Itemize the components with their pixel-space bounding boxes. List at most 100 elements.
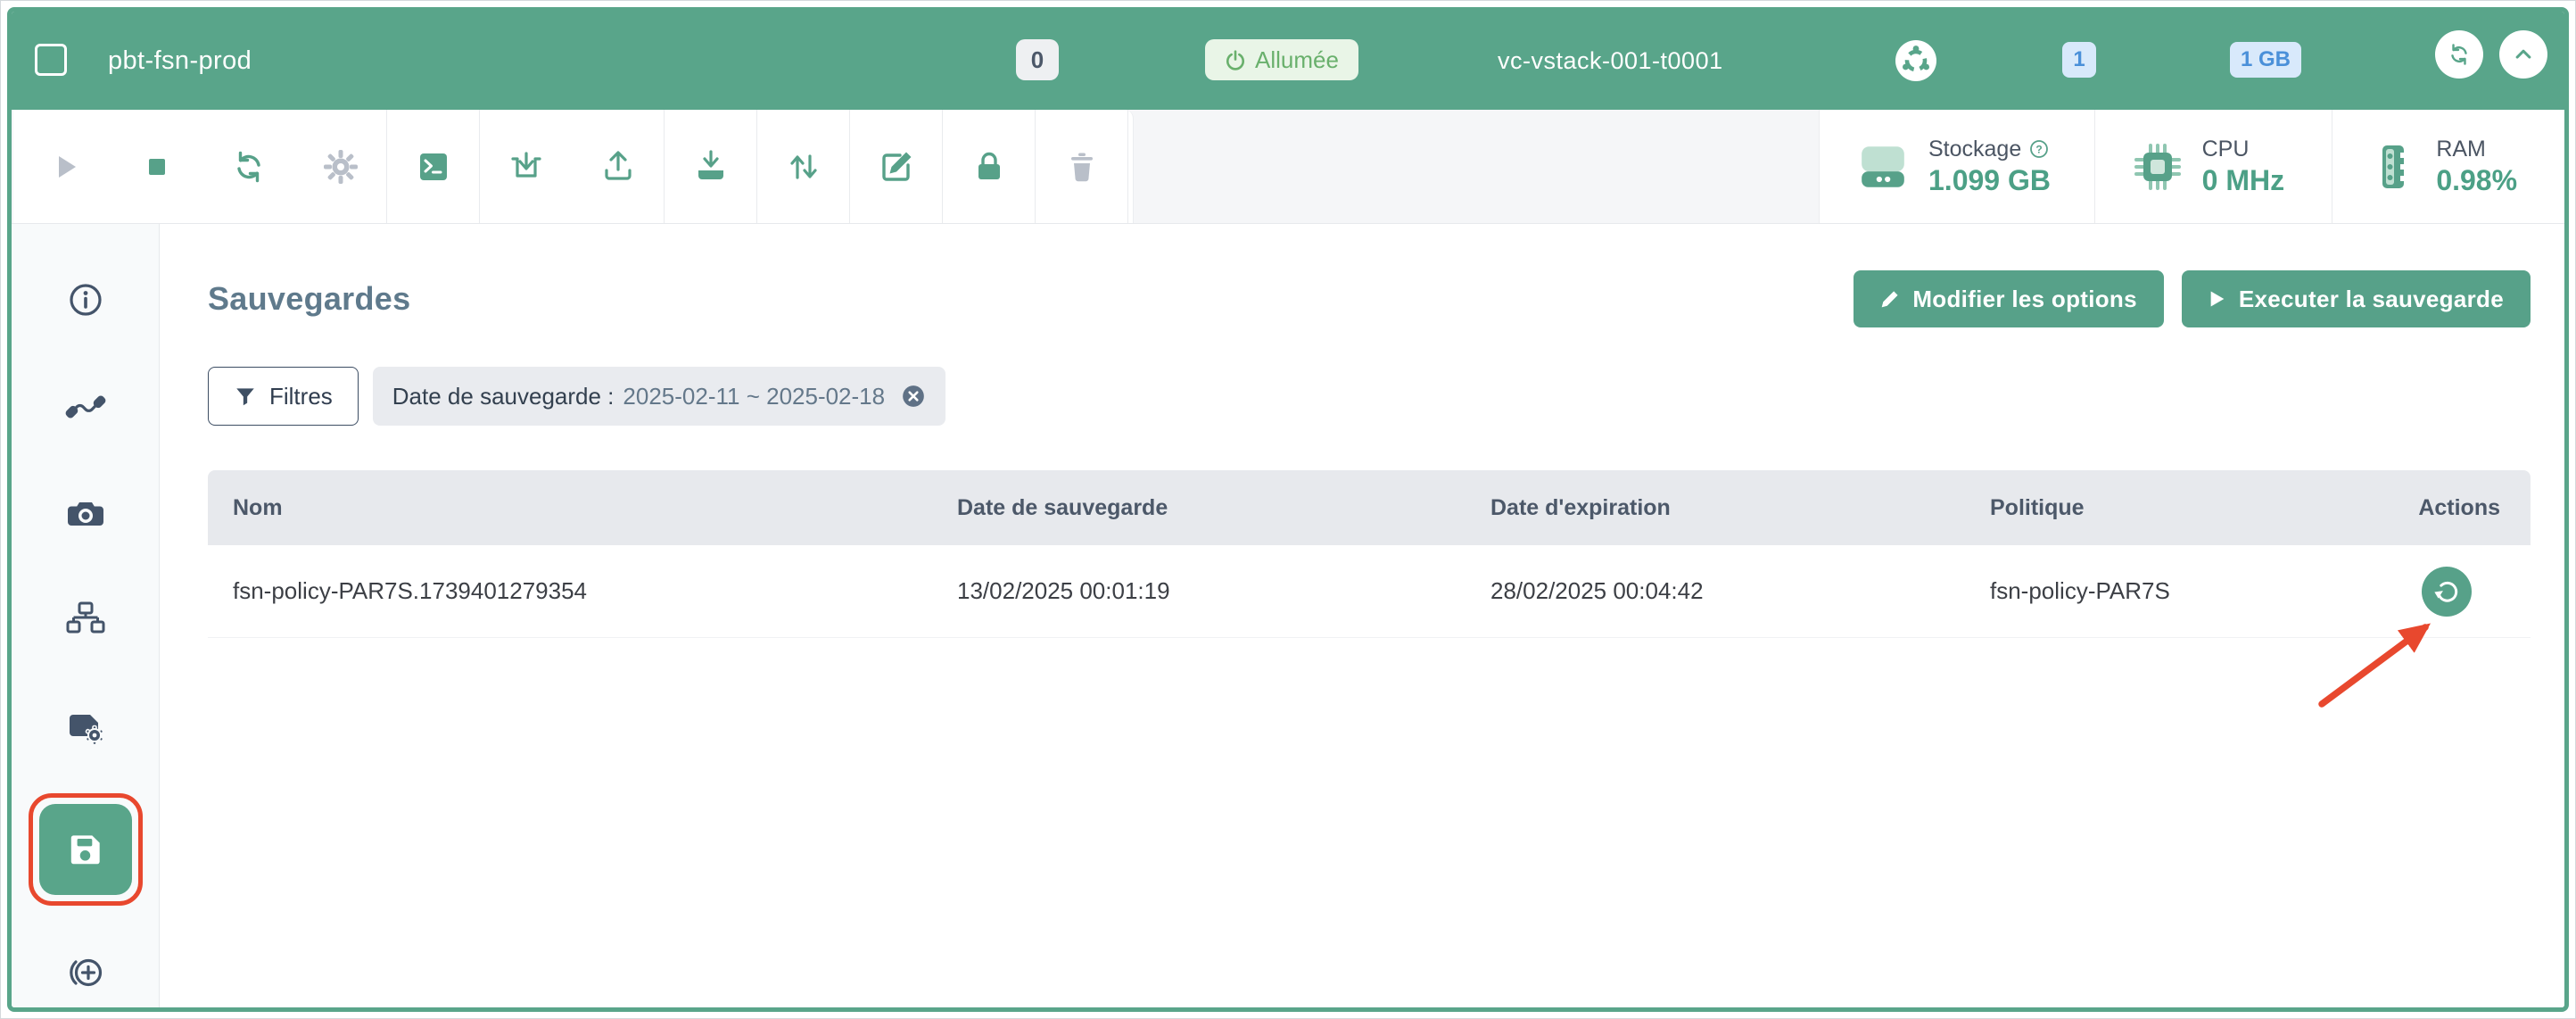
power-status-badge: Allumée <box>1205 39 1358 80</box>
filter-chip: Date de sauvegarde : 2025-02-11 ~ 2025-0… <box>373 367 945 426</box>
lock-button[interactable] <box>943 110 1035 223</box>
play-icon <box>45 147 85 186</box>
download-button[interactable] <box>665 110 756 223</box>
insert-down-icon <box>507 147 546 186</box>
eject-upload-button[interactable] <box>572 110 664 223</box>
cell-expiry-date: 28/02/2025 00:04:42 <box>1466 577 1965 605</box>
start-button[interactable] <box>19 110 111 223</box>
filter-icon <box>234 385 257 408</box>
terminal-icon <box>414 147 453 186</box>
sidebar-item-backups[interactable] <box>39 804 132 895</box>
lock-icon <box>970 147 1009 186</box>
restore-backup-button[interactable] <box>2422 567 2472 617</box>
settings-button[interactable] <box>294 110 386 223</box>
collapse-button[interactable] <box>2499 30 2547 79</box>
storage-value: 1.099 GB <box>1928 164 2051 197</box>
stop-button[interactable] <box>111 110 202 223</box>
cable-icon <box>64 385 107 428</box>
storage-drive-icon <box>1857 142 1909 192</box>
sidebar-item-snapshots[interactable] <box>48 476 123 551</box>
run-backup-button[interactable]: Executer la sauvegarde <box>2182 270 2531 327</box>
backups-table: Nom Date de sauvegarde Date d'expiration… <box>208 470 2531 638</box>
storage-label: Stockage <box>1928 137 2021 162</box>
cell-backup-date: 13/02/2025 00:01:19 <box>932 577 1466 605</box>
stop-icon <box>137 147 177 186</box>
camera-icon <box>64 493 107 535</box>
sidebar-item-storage[interactable] <box>48 691 123 765</box>
count-badge: 0 <box>1016 39 1059 80</box>
upload-icon <box>599 147 638 186</box>
refresh-button[interactable] <box>2435 30 2483 79</box>
sidebar-item-connections[interactable] <box>48 370 123 444</box>
restore-icon <box>2432 577 2461 606</box>
gear-icon <box>321 147 360 186</box>
console-button[interactable] <box>387 110 479 223</box>
filter-chip-close-button[interactable] <box>901 384 926 409</box>
vm-name: pbt-fsn-prod <box>108 12 252 110</box>
download-icon <box>691 147 731 186</box>
delete-button[interactable] <box>1036 110 1127 223</box>
power-status-label: Allumée <box>1255 46 1339 74</box>
vm-header: pbt-fsn-prod 0 Allumée vc-vstack-001-t00… <box>12 12 2564 110</box>
storage-stat: Stockage ? 1.099 GB <box>1820 110 2095 223</box>
close-icon <box>901 384 926 409</box>
backups-content: Sauvegardes Modifier les options Execute… <box>160 224 2564 1009</box>
sidebar-item-add[interactable] <box>48 935 123 1009</box>
add-circle-icon <box>64 951 107 994</box>
filter-chip-value: 2025-02-11 ~ 2025-02-18 <box>623 383 885 410</box>
restart-icon <box>229 147 268 186</box>
sidebar-item-info[interactable] <box>48 263 123 337</box>
restart-button[interactable] <box>202 110 294 223</box>
vm-stats-panel: Stockage ? 1.099 GB <box>1819 110 2564 223</box>
header-expiry-date: Date d'expiration <box>1466 495 1965 521</box>
network-icon <box>64 599 107 642</box>
ram-stat: RAM 0.98% <box>2332 110 2564 223</box>
play-icon <box>2209 289 2226 309</box>
cell-name: fsn-policy-PAR7S.1739401279354 <box>208 577 932 605</box>
vm-hostname: vc-vstack-001-t0001 <box>1498 12 1723 110</box>
power-icon <box>1225 49 1246 70</box>
screenshot-frame: pbt-fsn-prod 0 Allumée vc-vstack-001-t00… <box>0 0 2576 1019</box>
vm-toolbar: Stockage ? 1.099 GB <box>12 110 2564 224</box>
vm-checkbox[interactable] <box>35 44 67 76</box>
edit-icon <box>877 147 916 186</box>
refresh-icon <box>2446 41 2473 68</box>
save-icon <box>65 829 106 870</box>
header-name: Nom <box>208 495 932 521</box>
edit-options-button[interactable]: Modifier les options <box>1854 270 2164 327</box>
cpu-label: CPU <box>2202 137 2250 162</box>
ram-value: 0.98% <box>2436 164 2517 197</box>
ram-label: RAM <box>2436 137 2486 162</box>
vm-detail-panel: pbt-fsn-prod 0 Allumée vc-vstack-001-t00… <box>7 7 2569 1012</box>
svg-text:?: ? <box>2036 144 2043 156</box>
ubuntu-icon <box>1895 40 1936 86</box>
disk-gear-icon <box>64 706 107 749</box>
cpu-stat: CPU 0 MHz <box>2095 110 2333 223</box>
header-backup-date: Date de sauvegarde <box>932 495 1466 521</box>
sidebar-item-network[interactable] <box>48 584 123 658</box>
help-icon: ? <box>2028 138 2050 160</box>
cpu-chip-icon <box>2133 142 2183 192</box>
info-icon <box>64 278 107 321</box>
chevron-up-icon <box>2509 40 2538 69</box>
toolbar-actions-panel <box>13 110 1134 223</box>
filter-chip-label: Date de sauvegarde : <box>392 383 615 410</box>
ram-stick-icon <box>2370 142 2416 192</box>
table-row: fsn-policy-PAR7S.1739401279354 13/02/202… <box>208 545 2531 638</box>
header-actions: Actions <box>2418 495 2531 521</box>
header-policy: Politique <box>1965 495 2349 521</box>
cpu-value: 0 MHz <box>2202 164 2284 197</box>
filters-button[interactable]: Filtres <box>208 367 359 426</box>
cell-policy: fsn-policy-PAR7S <box>1965 577 2349 605</box>
resize-button[interactable] <box>757 110 849 223</box>
page-title: Sauvegardes <box>208 280 410 318</box>
edit-button[interactable] <box>850 110 942 223</box>
vcpu-badge: 1 <box>2062 42 2096 78</box>
vm-sidebar <box>12 224 160 1009</box>
pencil-icon <box>1880 289 1900 309</box>
swap-vertical-icon <box>784 147 823 186</box>
mount-iso-button[interactable] <box>480 110 572 223</box>
ram-size-badge: 1 GB <box>2230 42 2301 78</box>
table-header-row: Nom Date de sauvegarde Date d'expiration… <box>208 470 2531 545</box>
trash-icon <box>1062 147 1102 186</box>
